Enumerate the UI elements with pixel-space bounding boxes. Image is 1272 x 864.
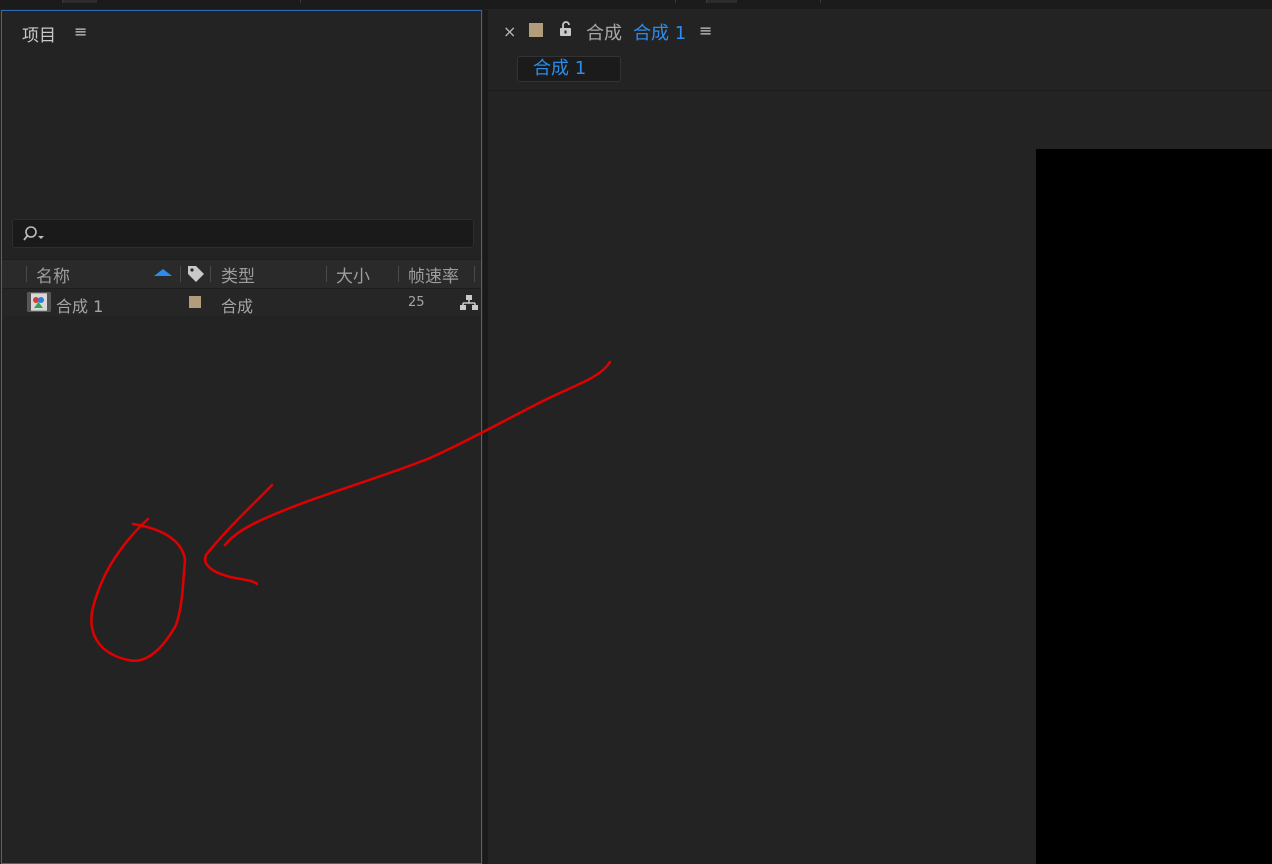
top-toolbar-strip — [0, 0, 1272, 9]
tab-label-color-swatch — [529, 23, 543, 37]
column-header-row: 名称 类型 大小 帧速率 — [2, 259, 481, 289]
label-tag-icon[interactable] — [186, 264, 206, 284]
sort-ascending-icon[interactable] — [154, 269, 172, 276]
toolbar-segment — [62, 0, 97, 3]
tab-prefix: 合成 — [586, 23, 622, 44]
column-header-name[interactable]: 名称 — [36, 262, 70, 287]
hamburger-menu-icon[interactable]: ≡ — [74, 22, 87, 41]
label-color-swatch[interactable] — [189, 296, 201, 308]
close-icon[interactable]: × — [503, 22, 516, 41]
breadcrumb-item-composition[interactable]: 合成 1 — [517, 56, 621, 82]
breadcrumb: 合成 1 — [488, 54, 1272, 91]
item-type: 合成 — [221, 297, 254, 316]
composition-viewer[interactable] — [1036, 149, 1272, 864]
column-divider — [398, 266, 399, 282]
column-divider — [180, 266, 181, 282]
unlock-icon[interactable] — [559, 21, 573, 37]
search-icon[interactable] — [23, 225, 45, 243]
column-divider — [210, 266, 211, 282]
toolbar-segment — [706, 0, 737, 3]
column-divider — [26, 266, 27, 282]
search-input[interactable] — [12, 219, 474, 248]
column-header-fps[interactable]: 帧速率 — [408, 262, 459, 287]
item-fps: 25 — [408, 295, 425, 310]
project-item-row[interactable]: 合成 1 合成 25 — [2, 289, 481, 316]
composition-panel: × 合成 合成 1 ≡ 合成 1 — [488, 10, 1272, 864]
toolbar-separator — [300, 0, 301, 3]
column-header-type[interactable]: 类型 — [221, 262, 255, 287]
composition-tab-bar: × 合成 合成 1 ≡ — [488, 10, 1272, 54]
column-divider — [474, 266, 475, 282]
column-header-size[interactable]: 大小 — [336, 262, 370, 287]
flowchart-icon[interactable] — [459, 294, 479, 311]
project-panel-title[interactable]: 项目 — [22, 21, 56, 46]
tab-composition-name[interactable]: 合成 1 — [633, 19, 686, 45]
column-divider — [326, 266, 327, 282]
hamburger-menu-icon[interactable]: ≡ — [699, 21, 712, 40]
project-panel: 项目 ≡ 名称 类型 大小 帧速率 合成 1 合成 25 — [1, 10, 482, 864]
toolbar-separator — [675, 0, 676, 3]
item-name[interactable]: 合成 1 — [56, 293, 103, 317]
composition-icon — [27, 292, 51, 312]
toolbar-separator — [820, 0, 821, 3]
